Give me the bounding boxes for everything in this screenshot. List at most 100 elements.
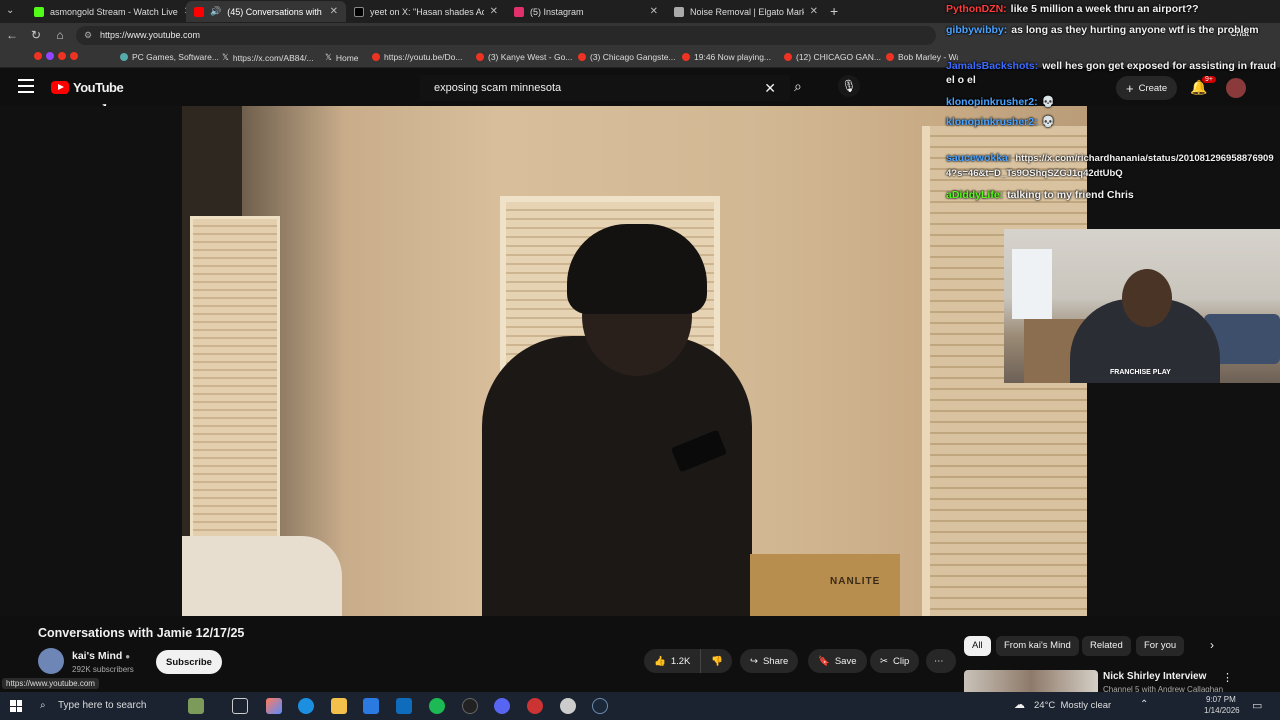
app-icon[interactable] (527, 698, 543, 714)
search-icon: ⌕ (40, 700, 46, 711)
bookmark-item[interactable]: (3) Kanye West - Go... (476, 52, 572, 62)
chip-all[interactable]: All (964, 636, 991, 656)
browser-tab[interactable]: yeet on X: "Hasan shades Adin R ✕ (346, 1, 506, 22)
search-input[interactable]: exposing scam minnesota ✕ (420, 75, 790, 101)
notifications-icon[interactable]: ▭ (1252, 699, 1262, 712)
bookmark-item[interactable]: 19:46 Now playing... (682, 52, 771, 62)
video-info-section: Conversations with Jamie 12/17/25 kai's … (0, 616, 1280, 692)
recommendation-thumbnail[interactable] (964, 670, 1098, 692)
recommendation-menu-icon[interactable]: ⋮ (1222, 671, 1233, 684)
chat-text: like 5 million a week thru an airport?? (1010, 3, 1199, 15)
instagram-icon (514, 6, 524, 17)
speaker-icon: 🔊 (210, 6, 222, 16)
browser-tab[interactable]: (5) Instagram ✕ (506, 1, 666, 22)
dislike-button[interactable]: 👎 (700, 649, 732, 673)
browser-tab-active[interactable]: 🔊 (45) Conversations with Jamie ✕ (186, 1, 346, 22)
save-button[interactable]: 🔖 Save (808, 649, 867, 673)
scissors-icon: ✂ (880, 655, 888, 667)
logo-text: YouTube (73, 80, 124, 95)
spotify-icon[interactable] (429, 698, 445, 714)
site-info-icon[interactable]: ⚙ (84, 26, 92, 45)
media-icon[interactable] (462, 698, 478, 714)
chat-message: klonopinkrusher2: 💀 (946, 115, 1280, 129)
system-tray-icon[interactable]: ⌃ (1140, 699, 1148, 710)
chat-user: PythonDZN: (946, 3, 1007, 15)
clear-search-icon[interactable]: ✕ (764, 75, 776, 101)
channel-name[interactable]: kai's Mind ● (72, 650, 130, 662)
steam-icon[interactable] (592, 698, 608, 714)
youtube-play-icon (51, 81, 69, 94)
taskbar-search-input[interactable]: ⌕ Type here to search (32, 692, 182, 720)
chat-user: klonopinkrusher2: (946, 116, 1038, 128)
outlook-icon[interactable] (396, 698, 412, 714)
chat-text: as long as they hurting anyone wtf is th… (1011, 24, 1259, 36)
youtube-bookmark-icon[interactable] (58, 52, 66, 60)
bookmark-item[interactable]: https://youtu.be/Do... (372, 52, 462, 62)
task-view-icon[interactable] (232, 698, 248, 714)
browser-tab[interactable]: Noise Removal | Elgato Marketpl ✕ (666, 1, 826, 22)
recommendation-title[interactable]: Nick Shirley Interview (1103, 671, 1206, 682)
scene-shutter-left (190, 216, 280, 546)
webcam-head (1122, 269, 1172, 327)
chat-text: 💀 (1041, 96, 1055, 108)
app-icon-2[interactable] (560, 698, 576, 714)
tab-label: (45) Conversations with Jamie (227, 6, 323, 17)
chip-for-you[interactable]: For you (1136, 636, 1185, 656)
chip-related[interactable]: Related (1082, 636, 1131, 656)
widgets-icon[interactable] (188, 698, 204, 714)
windows-start-icon[interactable] (10, 700, 22, 712)
edge-icon[interactable] (298, 698, 314, 714)
search-icon[interactable]: ⌕ (794, 78, 802, 95)
home-icon[interactable]: ⌂ (52, 27, 68, 43)
url-field[interactable]: ⚙ https://www.youtube.com (76, 26, 936, 45)
chip-from-channel[interactable]: From kai's Mind (996, 636, 1079, 656)
youtube-logo[interactable]: YouTube (51, 80, 124, 95)
new-tab-button[interactable]: + (830, 3, 838, 19)
youtube-icon (682, 53, 690, 61)
chat-message: gibbywibby: as long as they hurting anyon… (946, 23, 1280, 37)
chat-user: aDiddyLife: (946, 189, 1004, 201)
more-actions-button[interactable]: ⋯ (926, 649, 956, 673)
channel-avatar[interactable] (38, 648, 64, 674)
close-icon[interactable]: ✕ (490, 6, 498, 17)
discord-icon[interactable] (494, 698, 510, 714)
close-icon[interactable]: ✕ (810, 6, 818, 17)
close-icon[interactable]: ✕ (330, 6, 338, 17)
box-label: NANLITE (830, 576, 881, 587)
copilot-icon[interactable] (266, 698, 282, 714)
status-url: https://www.youtube.com (2, 678, 99, 689)
youtube-bookmark-icon[interactable] (34, 52, 42, 60)
youtube-bookmark-icon[interactable] (70, 52, 78, 60)
store-icon[interactable] (363, 698, 379, 714)
microphone-icon[interactable]: 🎙 (838, 75, 860, 97)
more-icon: ⋯ (934, 655, 944, 667)
weather-text[interactable]: 24°C Mostly clear (1034, 700, 1111, 711)
chat-text: talking to my friend Chris (1007, 189, 1134, 201)
browser-tab[interactable]: asmongold Stream - Watch Live ✕ (26, 1, 186, 22)
chevron-right-icon[interactable]: › (1210, 638, 1214, 652)
file-explorer-icon[interactable] (331, 698, 347, 714)
clock-time[interactable]: 9:07 PM (1206, 695, 1236, 704)
recommendation-channel: Channel 5 with Andrew Callaghan (1103, 685, 1224, 692)
chat-user: JamalsBackshots: (946, 60, 1039, 72)
menu-icon[interactable] (18, 79, 34, 93)
close-icon[interactable]: ✕ (650, 6, 658, 17)
clock-date[interactable]: 1/14/2026 (1204, 706, 1240, 715)
share-button[interactable]: ↪ Share (740, 649, 799, 673)
bookmark-item[interactable]: (12) CHICAGO GAN... (784, 52, 881, 62)
clip-button[interactable]: ✂ Clip (870, 649, 920, 673)
x-icon (354, 6, 364, 17)
bookmark-item[interactable]: (3) Chicago Gangste... (578, 52, 676, 62)
back-icon[interactable]: ← (4, 27, 20, 43)
twitch-bookmark-icon[interactable] (46, 52, 54, 60)
tab-list-icon[interactable]: ⌄ (6, 5, 14, 16)
bookmark-item[interactable]: 𝕏 Home (325, 52, 359, 63)
bookmark-item[interactable]: PC Games, Software... (120, 52, 219, 62)
chat-user: saucewokka: (946, 152, 1012, 164)
reload-icon[interactable]: ↻ (28, 27, 44, 43)
subscribe-button[interactable]: Subscribe (156, 650, 222, 674)
like-button[interactable]: 👍 1.2K (644, 649, 700, 673)
webcam-label: FRANCHISE PLAY (1110, 369, 1171, 376)
bookmark-item[interactable]: 𝕏https://x.com/AB84/... (222, 52, 314, 63)
youtube-icon (476, 53, 484, 61)
